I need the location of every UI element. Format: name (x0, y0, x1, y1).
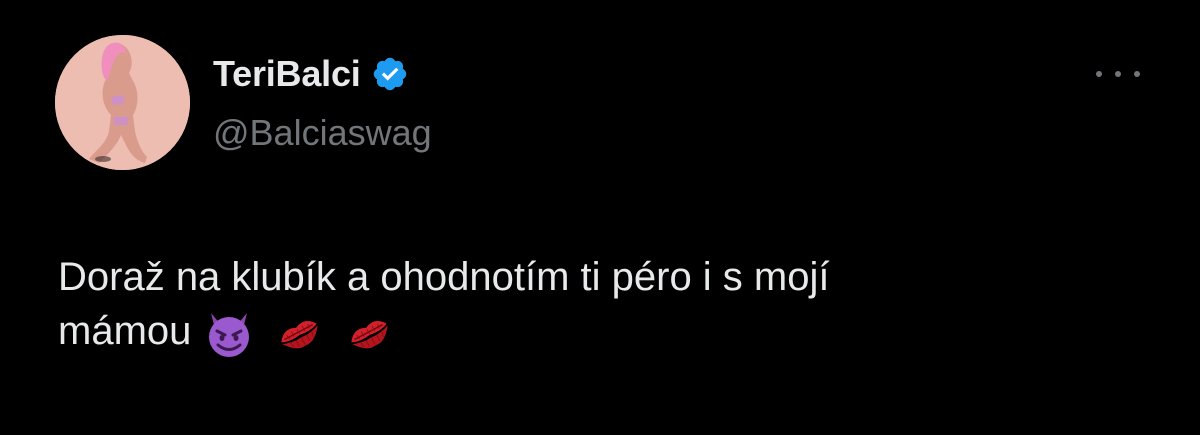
tweet-text-line-2-wrap: mámou (58, 304, 1158, 359)
kiss-mark-emoji (273, 307, 325, 359)
tweet-text: Doraž na klubík a ohodnotím ti péro i s … (58, 250, 1158, 359)
smiling-devil-emoji (203, 307, 255, 359)
avatar-image (55, 35, 190, 170)
tweet-text-line-2: mámou (58, 309, 192, 353)
display-name[interactable]: TeriBalci (213, 53, 361, 95)
emoji-row (203, 307, 413, 359)
author-handle[interactable]: @Balciaswag (213, 112, 432, 154)
tweet: TeriBalci @Balciaswag Doraž na klubík a … (0, 0, 1200, 435)
avatar[interactable] (55, 35, 190, 170)
dot-icon (1134, 71, 1140, 77)
dot-icon (1115, 71, 1121, 77)
tweet-text-line-1: Doraž na klubík a ohodnotím ti péro i s … (58, 255, 830, 299)
verified-badge-icon[interactable] (371, 55, 409, 93)
kiss-mark-emoji (343, 307, 395, 359)
more-options-icon[interactable] (1096, 60, 1140, 88)
dot-icon (1096, 71, 1102, 77)
author-row: TeriBalci (213, 52, 409, 96)
